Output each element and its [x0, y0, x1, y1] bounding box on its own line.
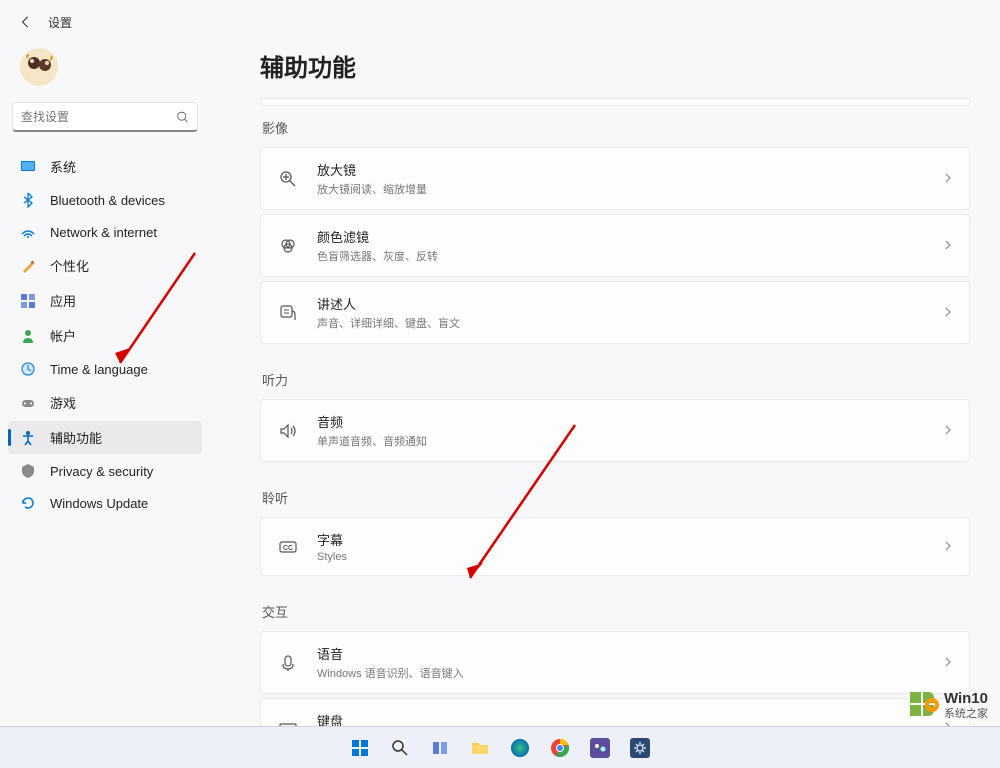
- card-title: 颜色滤镜: [317, 227, 943, 246]
- taskbar-app1-button[interactable]: [582, 732, 618, 764]
- watermark-sub: 系统之家: [944, 708, 988, 720]
- bluetooth-icon: [20, 192, 36, 208]
- taskbar-taskview-button[interactable]: [422, 732, 458, 764]
- captions-icon: CC: [277, 536, 299, 558]
- section-label-vision: 影像: [262, 118, 970, 137]
- network-icon: [20, 224, 36, 240]
- sidebar-label: Windows Update: [50, 496, 148, 511]
- partial-card-top: [260, 98, 970, 106]
- accounts-icon: [20, 328, 36, 344]
- sidebar-label: Time & language: [50, 362, 148, 377]
- section-label-captions: 聆听: [262, 488, 970, 507]
- chevron-right-icon: [943, 304, 953, 322]
- sidebar-item-apps[interactable]: 应用: [8, 284, 202, 317]
- sidebar-item-personalization[interactable]: 个性化: [8, 249, 202, 282]
- card-title: 键盘: [317, 711, 943, 726]
- card-title: 放大镜: [317, 160, 943, 179]
- card-sub: 声音、详细详细、键盘、盲文: [317, 315, 943, 331]
- sidebar-label: Bluetooth & devices: [50, 193, 165, 208]
- chevron-right-icon: [943, 237, 953, 255]
- card-color-filters[interactable]: 颜色滤镜色盲筛选器、灰度、反转: [260, 214, 970, 277]
- sidebar-item-network[interactable]: Network & internet: [8, 217, 202, 247]
- magnifier-icon: [277, 168, 299, 190]
- card-magnifier[interactable]: 放大镜放大镜阅读、缩放增量: [260, 147, 970, 210]
- sidebar-label: 游戏: [50, 393, 76, 412]
- sidebar-item-privacy[interactable]: Privacy & security: [8, 456, 202, 486]
- system-icon: [20, 159, 36, 175]
- taskbar[interactable]: [0, 726, 1000, 768]
- card-captions[interactable]: CC 字幕 Styles: [260, 517, 970, 576]
- watermark-main: Win10: [944, 691, 988, 708]
- sidebar-label: 辅助功能: [50, 428, 102, 447]
- watermark: Win10 系统之家: [910, 691, 988, 720]
- search-box[interactable]: [12, 102, 198, 132]
- watermark-logo-icon: [910, 692, 938, 720]
- sidebar-label: 帐户: [50, 326, 76, 345]
- sidebar-item-system[interactable]: 系统: [8, 150, 202, 183]
- card-sub: 放大镜阅读、缩放增量: [317, 181, 943, 197]
- taskbar-search-button[interactable]: [382, 732, 418, 764]
- personalization-icon: [20, 258, 36, 274]
- sidebar-label: 系统: [50, 157, 76, 176]
- card-speech[interactable]: 语音 Windows 语音识别、语音键入: [260, 631, 970, 694]
- accessibility-icon: [20, 430, 36, 446]
- section-label-hearing: 听力: [262, 370, 970, 389]
- sidebar-item-time-language[interactable]: Time & language: [8, 354, 202, 384]
- search-input[interactable]: [21, 110, 176, 124]
- sidebar-label: Network & internet: [50, 225, 157, 240]
- card-narrator[interactable]: 讲述人声音、详细详细、键盘、盲文: [260, 281, 970, 344]
- sidebar-label: Privacy & security: [50, 464, 153, 479]
- card-audio[interactable]: 音频单声道音频、音频通知: [260, 399, 970, 462]
- card-title: 字幕: [317, 530, 943, 549]
- sidebar-item-gaming[interactable]: 游戏: [8, 386, 202, 419]
- taskbar-settings-button[interactable]: [622, 732, 658, 764]
- taskbar-start-button[interactable]: [342, 732, 378, 764]
- card-sub: Windows 语音识别、语音键入: [317, 665, 943, 681]
- chevron-right-icon: [943, 654, 953, 672]
- chevron-right-icon: [943, 538, 953, 556]
- taskbar-explorer-button[interactable]: [462, 732, 498, 764]
- narrator-icon: [277, 302, 299, 324]
- card-sub: 单声道音频、音频通知: [317, 433, 943, 449]
- sidebar-label: 个性化: [50, 256, 89, 275]
- chevron-right-icon: [943, 170, 953, 188]
- color-filters-icon: [277, 235, 299, 257]
- apps-icon: [20, 293, 36, 309]
- windows-update-icon: [20, 495, 36, 511]
- sidebar-item-windows-update[interactable]: Windows Update: [8, 488, 202, 518]
- speech-icon: [277, 652, 299, 674]
- card-title: 音频: [317, 412, 943, 431]
- section-label-interaction: 交互: [262, 602, 970, 621]
- card-sub: Styles: [317, 551, 943, 563]
- keyboard-icon: [277, 717, 299, 727]
- chevron-right-icon: [943, 422, 953, 440]
- sidebar-label: 应用: [50, 291, 76, 310]
- sidebar-item-accounts[interactable]: 帐户: [8, 319, 202, 352]
- sidebar-item-accessibility[interactable]: 辅助功能: [8, 421, 202, 454]
- avatar: [20, 48, 58, 86]
- page-title: 辅助功能: [260, 48, 974, 83]
- arrow-left-icon: [19, 15, 33, 29]
- card-title: 讲述人: [317, 294, 943, 313]
- user-section[interactable]: [8, 40, 202, 102]
- time-language-icon: [20, 361, 36, 377]
- card-keyboard[interactable]: 键盘Sticky, Filter, and Toggle keys, on-sc…: [260, 698, 970, 726]
- window-title: 设置: [48, 14, 72, 31]
- taskbar-chrome-button[interactable]: [542, 732, 578, 764]
- sidebar-item-bluetooth[interactable]: Bluetooth & devices: [8, 185, 202, 215]
- svg-text:CC: CC: [283, 545, 293, 552]
- card-title: 语音: [317, 644, 943, 663]
- back-button[interactable]: [16, 12, 36, 32]
- card-sub: 色盲筛选器、灰度、反转: [317, 248, 943, 264]
- audio-icon: [277, 420, 299, 442]
- gaming-icon: [20, 395, 36, 411]
- taskbar-edge-button[interactable]: [502, 732, 538, 764]
- privacy-icon: [20, 463, 36, 479]
- search-icon: [176, 110, 189, 124]
